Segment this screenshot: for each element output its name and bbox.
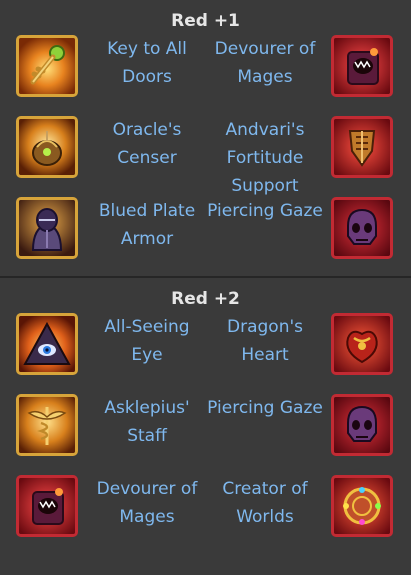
- skull-icon[interactable]: [331, 394, 393, 456]
- artifact-row: Blued Plate Armor Piercing Gaze: [0, 193, 411, 274]
- shield-icon[interactable]: [331, 116, 393, 178]
- section-title: Red +1: [171, 11, 240, 31]
- section-red-plus-1: Red +1 Key to All Doors Devourer of Mage…: [0, 0, 411, 274]
- artifact-name[interactable]: Key to All Doors: [88, 35, 206, 91]
- caduceus-icon[interactable]: [16, 394, 78, 456]
- devourer-icon[interactable]: [16, 475, 78, 537]
- orb-icon[interactable]: [331, 475, 393, 537]
- artifact-name[interactable]: Piercing Gaze: [206, 394, 324, 422]
- artifact-name[interactable]: Andvari's Fortitude Support: [206, 116, 324, 200]
- artifact-row: All-Seeing Eye Dragon's Heart: [0, 309, 411, 390]
- artifact-name[interactable]: Creator of Worlds: [206, 475, 324, 531]
- artifact-name[interactable]: Asklepius' Staff: [88, 394, 206, 450]
- artifact-row: Devourer of Mages Creator of Worlds: [0, 471, 411, 552]
- artifact-row: Oracle's Censer Andvari's Fortitude Supp…: [0, 112, 411, 196]
- armor-icon[interactable]: [16, 197, 78, 259]
- key-icon[interactable]: [16, 35, 78, 97]
- artifact-name[interactable]: All-Seeing Eye: [88, 313, 206, 369]
- artifact-row: Key to All Doors Devourer of Mages: [0, 31, 411, 112]
- devourer-icon[interactable]: [331, 35, 393, 97]
- artifact-name[interactable]: Dragon's Heart: [206, 313, 324, 369]
- artifact-name[interactable]: Piercing Gaze: [206, 197, 324, 225]
- dragon-heart-icon[interactable]: [331, 313, 393, 375]
- artifact-name[interactable]: Devourer of Mages: [206, 35, 324, 91]
- censer-icon[interactable]: [16, 116, 78, 178]
- artifact-name[interactable]: Blued Plate Armor: [88, 197, 206, 253]
- skull-icon[interactable]: [331, 197, 393, 259]
- artifact-row: Asklepius' Staff Piercing Gaze: [0, 390, 411, 471]
- artifact-name[interactable]: Oracle's Censer: [88, 116, 206, 172]
- eye-pyramid-icon[interactable]: [16, 313, 78, 375]
- section-title: Red +2: [171, 289, 240, 309]
- artifact-name[interactable]: Devourer of Mages: [88, 475, 206, 531]
- section-red-plus-2: Red +2 All-Seeing Eye Dragon's Heart Ask…: [0, 278, 411, 552]
